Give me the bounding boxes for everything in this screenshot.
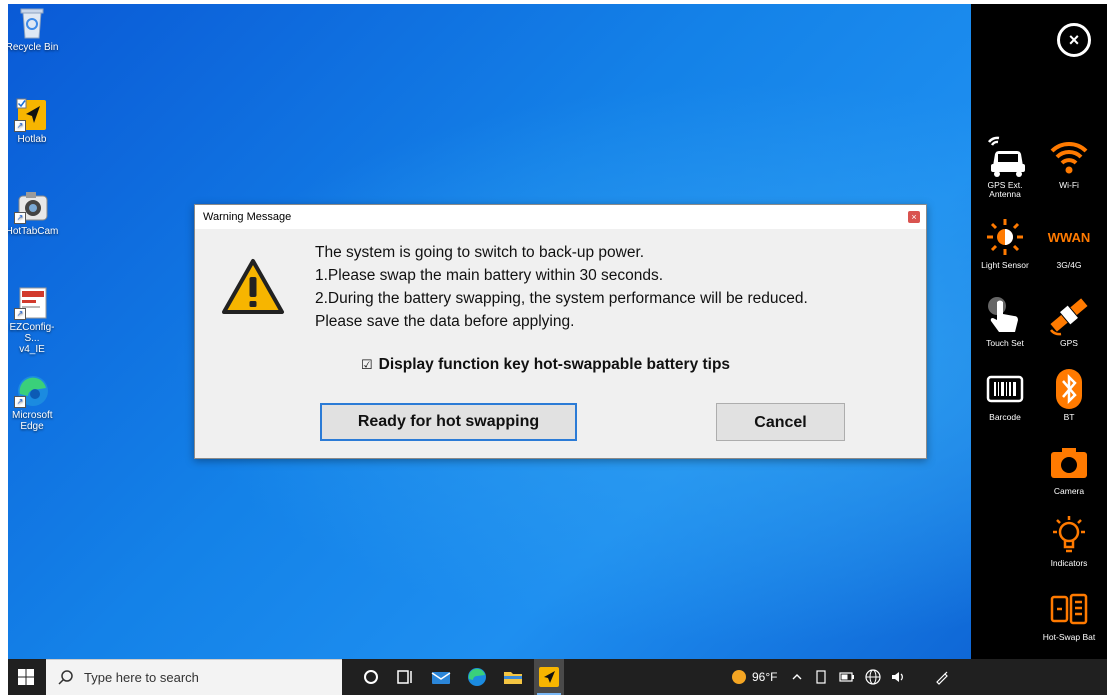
warning-triangle-icon bbox=[222, 259, 284, 314]
message-line: Please save the data before applying. bbox=[315, 313, 575, 330]
desktop-icon-ezconfig[interactable]: ↗ EZConfig-S... v4_IE bbox=[8, 286, 60, 355]
wwan-icon: WWAN bbox=[1039, 216, 1099, 258]
mail-icon[interactable] bbox=[430, 666, 452, 688]
desktop-icon-edge[interactable]: ↗ Microsoft Edge bbox=[8, 374, 60, 432]
desktop-icon-recycle-bin[interactable]: Recycle Bin bbox=[8, 6, 60, 53]
hotlab-taskbar-icon bbox=[539, 667, 559, 687]
taskbar: Type here to search 96°F bbox=[8, 659, 1107, 695]
pen-icon[interactable] bbox=[934, 669, 950, 685]
panel-item-gps-antenna[interactable]: GPS Ext. Antenna bbox=[975, 136, 1035, 199]
desktop-icon-hottabcam[interactable]: ↗ HotTabCam bbox=[8, 190, 60, 237]
panel-item-indicators[interactable]: Indicators bbox=[1039, 514, 1099, 568]
desktop[interactable]: Recycle Bin ↗ Hotlab ↗ HotTabCam ↗ EZCon… bbox=[8, 4, 971, 659]
car-antenna-icon bbox=[975, 136, 1035, 178]
recycle-bin-icon bbox=[16, 6, 48, 39]
panel-close-button[interactable]: × bbox=[1057, 23, 1091, 57]
screen: Recycle Bin ↗ Hotlab ↗ HotTabCam ↗ EZCon… bbox=[8, 4, 1107, 695]
message-line: 1.Please swap the main battery within 30… bbox=[315, 267, 664, 284]
battery-tips-checkbox[interactable]: ☑ Display function key hot-swappable batt… bbox=[361, 356, 730, 374]
panel-item-label: 3G/4G bbox=[1056, 260, 1082, 270]
camera-app-icon: ↗ bbox=[14, 190, 48, 224]
dialog-titlebar[interactable]: Warning Message × bbox=[195, 205, 926, 229]
panel-item-wwan[interactable]: WWAN 3G/4G bbox=[1039, 216, 1099, 270]
bulb-icon bbox=[1039, 514, 1099, 556]
bluetooth-icon bbox=[1039, 368, 1099, 410]
weather-sun-icon[interactable] bbox=[730, 668, 748, 686]
edge-browser-icon: ↗ bbox=[14, 374, 48, 408]
panel-item-label: Touch Set bbox=[986, 338, 1024, 348]
panel-item-label: Barcode bbox=[989, 412, 1021, 422]
hotkey-panel: × GPS Ext. Antenna Wi-Fi Light Sensor WW… bbox=[971, 4, 1107, 659]
warning-message: The system is going to switch to back-up… bbox=[315, 241, 915, 333]
ready-hot-swap-button[interactable]: Ready for hot swapping bbox=[320, 403, 577, 441]
panel-item-hot-swap-battery[interactable]: Hot-Swap Bat bbox=[1039, 588, 1099, 642]
shortcut-arrow-icon: ↗ bbox=[14, 212, 26, 224]
panel-item-touch-set[interactable]: Touch Set bbox=[975, 294, 1035, 348]
panel-item-light-sensor[interactable]: Light Sensor bbox=[975, 216, 1035, 270]
dialog-close-button[interactable]: × bbox=[908, 211, 920, 223]
panel-item-label: Wi-Fi bbox=[1059, 180, 1079, 190]
wwan-text: WWAN bbox=[1047, 229, 1091, 245]
panel-item-barcode[interactable]: Barcode bbox=[975, 368, 1035, 422]
search-icon bbox=[58, 670, 73, 685]
panel-item-label: GPS Ext. Antenna bbox=[987, 180, 1023, 199]
desktop-icon-hotlab[interactable]: ↗ Hotlab bbox=[8, 98, 60, 145]
dialog-title: Warning Message bbox=[203, 211, 292, 223]
shortcut-arrow-icon: ↗ bbox=[14, 308, 26, 320]
network-globe-icon[interactable] bbox=[864, 668, 882, 686]
panel-item-label: BT bbox=[1063, 412, 1075, 422]
message-line: The system is going to switch to back-up… bbox=[315, 244, 645, 261]
volume-icon[interactable] bbox=[890, 669, 906, 685]
weather-temperature[interactable]: 96°F bbox=[752, 670, 777, 684]
hot-swap-battery-icon bbox=[1039, 588, 1099, 630]
task-view-icon[interactable] bbox=[394, 666, 416, 688]
warning-dialog: Warning Message × The system is going to… bbox=[194, 204, 927, 459]
taskbar-search-box[interactable]: Type here to search bbox=[46, 659, 342, 695]
edge-taskbar-icon[interactable] bbox=[466, 666, 488, 688]
panel-item-label: Hot-Swap Bat bbox=[1042, 632, 1096, 642]
hotlab-taskbar-button[interactable] bbox=[534, 659, 564, 695]
panel-item-camera[interactable]: Camera bbox=[1039, 442, 1099, 496]
ezconfig-app-icon: ↗ bbox=[14, 286, 48, 320]
satellite-icon bbox=[1039, 294, 1099, 336]
file-explorer-icon[interactable] bbox=[502, 666, 524, 688]
panel-item-label: Light Sensor bbox=[981, 260, 1029, 270]
desktop-icon-label: HotTabCam bbox=[8, 226, 59, 237]
tablet-icon[interactable] bbox=[814, 669, 828, 685]
desktop-icon-label: Hotlab bbox=[17, 134, 47, 145]
panel-item-label: Camera bbox=[1053, 486, 1085, 496]
wifi-icon bbox=[1039, 136, 1099, 178]
panel-item-wifi[interactable]: Wi-Fi bbox=[1039, 136, 1099, 190]
hotlab-app-icon: ↗ bbox=[14, 98, 48, 132]
chevron-up-icon[interactable] bbox=[790, 670, 804, 684]
panel-item-label: Indicators bbox=[1050, 558, 1088, 568]
battery-icon[interactable] bbox=[838, 669, 856, 685]
panel-item-label: GPS bbox=[1060, 338, 1078, 348]
panel-item-gps[interactable]: GPS bbox=[1039, 294, 1099, 348]
camera-icon bbox=[1039, 442, 1099, 484]
cancel-button[interactable]: Cancel bbox=[716, 403, 845, 441]
light-sensor-icon bbox=[975, 216, 1035, 258]
shortcut-arrow-icon: ↗ bbox=[14, 396, 26, 408]
cortana-icon[interactable] bbox=[360, 666, 382, 688]
shortcut-arrow-icon: ↗ bbox=[14, 120, 26, 132]
desktop-icon-label: EZConfig-S... v4_IE bbox=[9, 322, 55, 355]
search-placeholder: Type here to search bbox=[84, 670, 199, 685]
desktop-icon-label: Microsoft Edge bbox=[12, 410, 53, 432]
windows-start-icon[interactable] bbox=[18, 669, 34, 685]
checkbox-checked-icon[interactable]: ☑ bbox=[361, 357, 373, 372]
panel-item-bluetooth[interactable]: BT bbox=[1039, 368, 1099, 422]
checkbox-label: Display function key hot-swappable batte… bbox=[378, 356, 731, 373]
desktop-icon-label: Recycle Bin bbox=[8, 42, 59, 53]
message-line: 2.During the battery swapping, the syste… bbox=[315, 290, 808, 307]
touch-icon bbox=[975, 294, 1035, 336]
barcode-icon bbox=[975, 368, 1035, 410]
